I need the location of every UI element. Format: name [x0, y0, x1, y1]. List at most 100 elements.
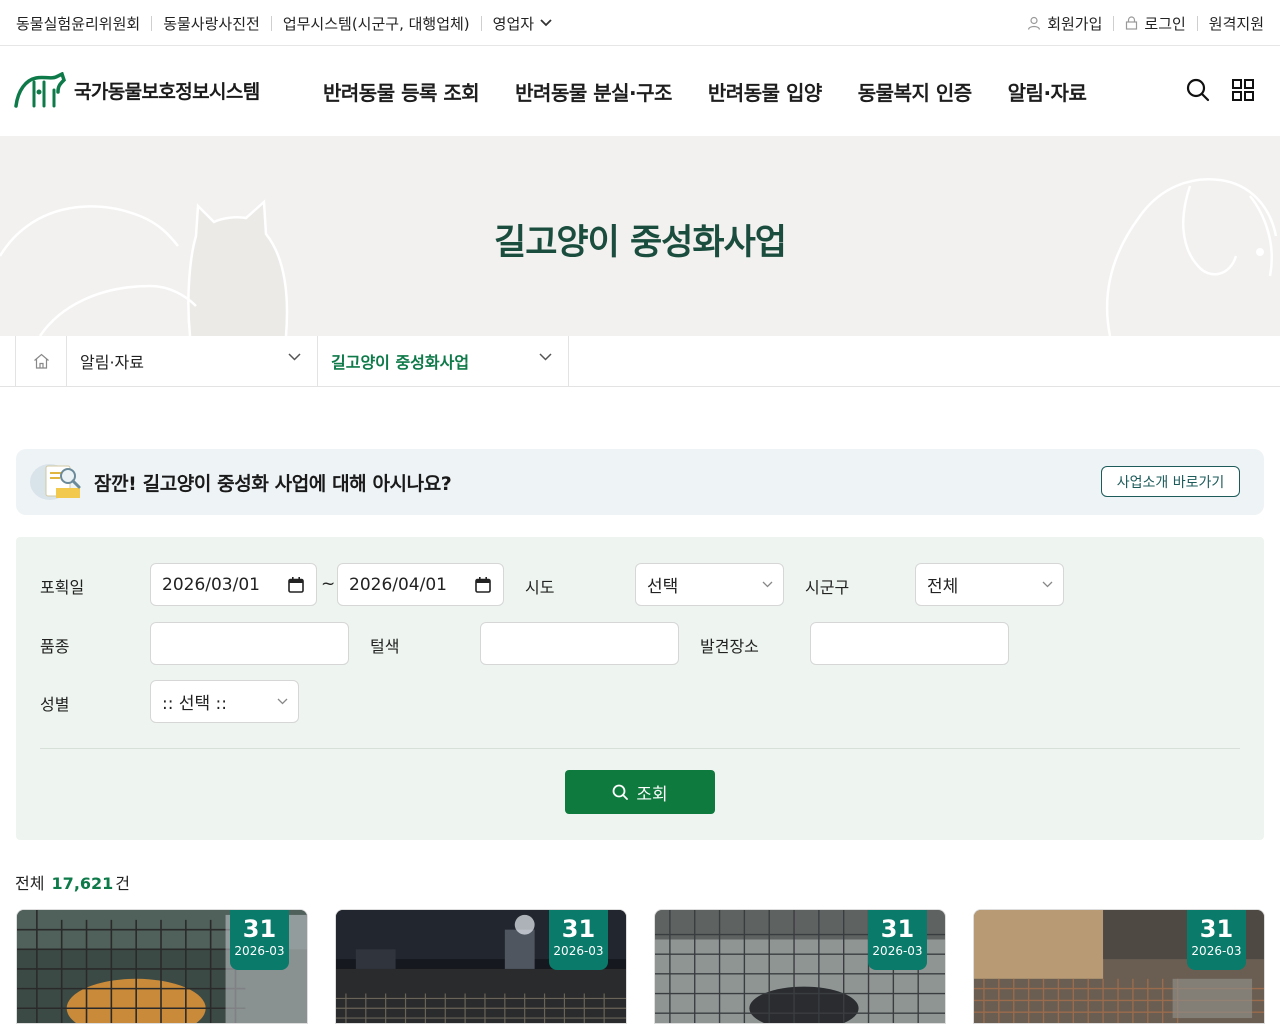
calendar-icon[interactable]: [288, 577, 304, 593]
result-count-suffix: 건: [115, 874, 131, 893]
search-icon[interactable]: [1186, 78, 1210, 102]
sigungu-value: 전체: [927, 577, 959, 597]
link-work-system[interactable]: 업무시스템(시군구, 대행업체): [283, 13, 470, 34]
divider: [480, 15, 482, 31]
gender-value: :: 선택 ::: [162, 694, 227, 714]
login-link[interactable]: 로그인: [1125, 13, 1186, 34]
nav-welfare-cert[interactable]: 동물복지 인증: [858, 77, 972, 106]
breadcrumb-level1-label: 알림·자료: [80, 353, 144, 372]
signup-label: 회원가입: [1047, 14, 1103, 33]
color-input[interactable]: [480, 622, 679, 665]
date-badge: 31 2026-03: [230, 910, 289, 970]
divider: [1113, 15, 1115, 31]
result-count-prefix: 전체: [15, 874, 45, 893]
gender-select[interactable]: :: 선택 ::: [150, 680, 299, 723]
badge-year-month: 2026-03: [1191, 944, 1242, 958]
chevron-down-icon: [539, 353, 552, 361]
breed-label: 품종: [40, 637, 70, 656]
date-range-separator: ~: [321, 574, 336, 594]
business-intro-button[interactable]: 사업소개 바로가기: [1101, 466, 1240, 497]
sido-value: 선택: [647, 577, 679, 597]
business-dropdown[interactable]: 영업자: [493, 13, 552, 34]
search-submit-label: 조회: [636, 784, 668, 805]
result-card[interactable]: 31 2026-03: [973, 909, 1265, 1024]
signup-link[interactable]: 회원가입: [1027, 13, 1102, 34]
date-to-input[interactable]: 2026/04/01: [337, 563, 504, 606]
chevron-down-icon: [288, 353, 301, 361]
result-card[interactable]: 31 2026-03: [335, 909, 627, 1024]
grid-menu-icon[interactable]: [1232, 79, 1254, 101]
divider: [1196, 15, 1198, 31]
home-icon: [33, 353, 49, 369]
breed-input[interactable]: [150, 622, 349, 665]
lock-icon: [1126, 16, 1138, 30]
result-card[interactable]: 31 2026-03: [654, 909, 946, 1024]
sido-label: 시도: [525, 578, 555, 597]
document-magnifier-icon: [30, 464, 81, 500]
utility-bar: 동물실험윤리위원회 동물사랑사진전 업무시스템(시군구, 대행업체) 영업자 회…: [0, 0, 1280, 46]
page-visual: 길고양이 중성화사업: [0, 136, 1280, 336]
logo-text: 국가동물보호정보시스템: [74, 80, 260, 103]
badge-year-month: 2026-03: [234, 944, 285, 958]
search-form: 포획일 2026/03/01 ~ 2026/04/01 시도 선택 시군구 전체…: [16, 537, 1264, 840]
form-divider: [40, 748, 1240, 749]
date-badge: 31 2026-03: [868, 910, 927, 970]
badge-day: 31: [1199, 915, 1234, 943]
info-text: 잠깐! 길고양이 중성화 사업에 대해 아시나요?: [94, 472, 452, 495]
place-label: 발견장소: [700, 637, 759, 656]
business-label: 영업자: [492, 14, 535, 33]
search-icon: [612, 784, 629, 800]
user-icon: [1028, 16, 1041, 30]
login-label: 로그인: [1144, 14, 1186, 33]
breadcrumb: 알림·자료 길고양이 중성화사업: [0, 336, 1280, 387]
capture-date-label: 포획일: [40, 578, 85, 597]
breadcrumb-level1-select[interactable]: 알림·자료: [67, 336, 318, 386]
chevron-down-icon: [277, 698, 288, 705]
page-title: 길고양이 중성화사업: [494, 223, 787, 263]
header-tools: [1164, 78, 1254, 102]
main-header: 국가동물보호정보시스템 반려동물 등록 조회 반려동물 분실·구조 반려동물 입…: [0, 46, 1280, 136]
gender-label: 성별: [40, 695, 70, 714]
utility-account: 회원가입 로그인 원격지원: [1027, 0, 1264, 46]
nav-pet-registration[interactable]: 반려동물 등록 조회: [323, 77, 480, 106]
date-from-input[interactable]: 2026/03/01: [150, 563, 317, 606]
color-label: 털색: [370, 637, 400, 656]
sigungu-select[interactable]: 전체: [915, 563, 1064, 606]
sigungu-label: 시군구: [805, 578, 850, 597]
date-badge: 31 2026-03: [549, 910, 608, 970]
date-badge: 31 2026-03: [1187, 910, 1246, 970]
main-nav: 반려동물 등록 조회 반려동물 분실·구조 반려동물 입양 동물복지 인증 알림…: [323, 46, 1122, 136]
breadcrumb-level2-select[interactable]: 길고양이 중성화사업: [318, 336, 569, 386]
utility-links: 동물실험윤리위원회 동물사랑사진전 업무시스템(시군구, 대행업체) 영업자: [16, 0, 552, 46]
breadcrumb-home[interactable]: [15, 336, 67, 386]
badge-year-month: 2026-03: [553, 944, 604, 958]
sido-select[interactable]: 선택: [635, 563, 784, 606]
info-banner: 잠깐! 길고양이 중성화 사업에 대해 아시나요? 사업소개 바로가기: [16, 449, 1264, 515]
date-from-value: 2026/03/01: [162, 574, 260, 595]
badge-year-month: 2026-03: [872, 944, 923, 958]
result-card[interactable]: 31 2026-03: [16, 909, 308, 1024]
date-to-value: 2026/04/01: [349, 574, 447, 595]
result-count: 전체 17,621 건: [15, 870, 130, 894]
nav-adoption[interactable]: 반려동물 입양: [708, 77, 822, 106]
search-submit-button[interactable]: 조회: [565, 770, 715, 814]
divider: [270, 15, 272, 31]
place-input[interactable]: [810, 622, 1009, 665]
remote-support-link[interactable]: 원격지원: [1209, 13, 1264, 34]
badge-day: 31: [561, 915, 596, 943]
nav-lost-rescue[interactable]: 반려동물 분실·구조: [515, 77, 672, 106]
chevron-down-icon: [762, 581, 773, 588]
nav-notice-data[interactable]: 알림·자료: [1008, 77, 1087, 106]
logo-icon: [14, 72, 66, 108]
divider: [151, 15, 153, 31]
badge-day: 31: [242, 915, 277, 943]
chevron-down-icon: [1042, 581, 1053, 588]
chevron-down-icon: [540, 19, 552, 27]
badge-day: 31: [880, 915, 915, 943]
calendar-icon[interactable]: [475, 577, 491, 593]
link-animal-ethics[interactable]: 동물실험윤리위원회: [16, 13, 140, 34]
link-photo-contest[interactable]: 동물사랑사진전: [163, 13, 260, 34]
site-logo[interactable]: 국가동물보호정보시스템: [14, 72, 260, 108]
breadcrumb-level2-label: 길고양이 중성화사업: [331, 353, 470, 372]
result-count-number: 17,621: [51, 874, 114, 893]
